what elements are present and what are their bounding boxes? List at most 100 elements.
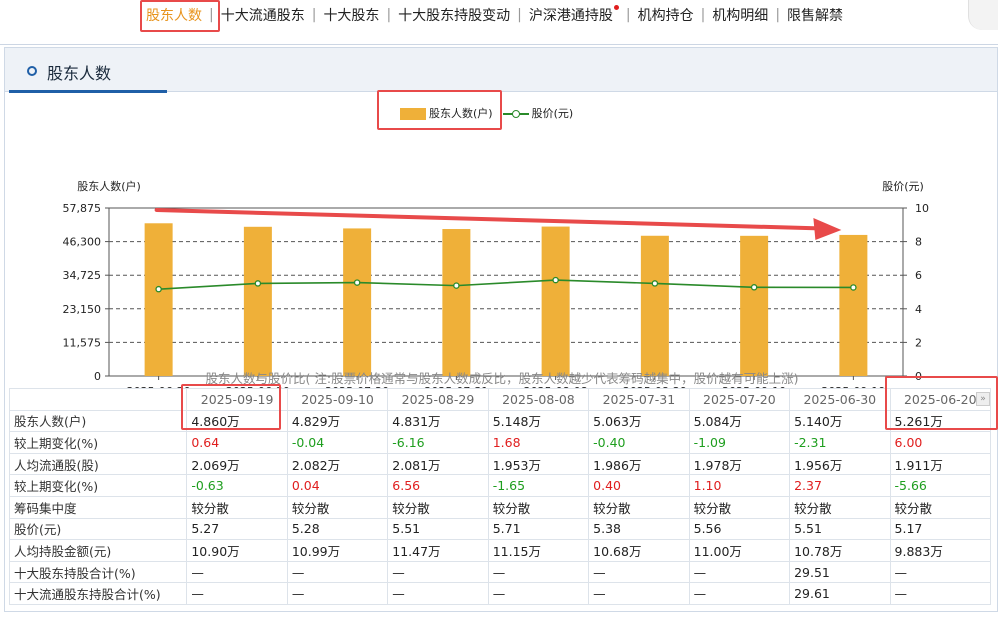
table-corner — [8, 388, 188, 411]
table-cell: 5.51 — [789, 517, 891, 541]
scroll-corner[interactable] — [968, 0, 998, 30]
table-cell: 4.831万 — [387, 409, 489, 433]
table-cell: 10.78万 — [789, 539, 891, 562]
y-axis-title-left: 股东人数(户) — [77, 179, 141, 193]
tab-separator: | — [775, 7, 781, 23]
table-cell: 较分散 — [186, 495, 288, 519]
more-columns-button[interactable]: » — [976, 392, 990, 406]
y-tick-label-left: 11,575 — [63, 336, 102, 349]
column-header: 2025-06-20» — [889, 388, 992, 411]
y-tick-label-left: 23,150 — [63, 303, 102, 316]
trend-arrow-head — [813, 218, 842, 240]
table-cell: 较分散 — [387, 495, 489, 519]
table-cell: — — [588, 582, 690, 605]
table-cell: 0.64 — [186, 431, 288, 454]
row-label: 人均持股金额(元) — [8, 539, 188, 562]
table-row: 较上期变化(%) 0.64 -0.04 -6.16 1.68 -0.40 -1.09 -2.3… — [8, 431, 992, 454]
table-cell: — — [688, 560, 791, 584]
table-cell: — — [889, 582, 992, 605]
table-row: 较上期变化(%) -0.63 0.04 6.56 -1.65 0.40 1.10 2.37 -5… — [8, 474, 992, 497]
tab-7[interactable]: 限售解禁 — [781, 5, 849, 25]
column-header-date: 2025-08-08 — [502, 391, 575, 407]
table-cell: 6.00 — [889, 431, 992, 454]
tab-3[interactable]: 十大股东持股变动 — [392, 5, 516, 25]
column-header: 2025-07-20 — [688, 388, 791, 411]
table-cell: 29.51 — [789, 560, 891, 584]
table-cell: 较分散 — [487, 495, 590, 519]
bar — [740, 235, 769, 376]
table-cell: 4.829万 — [286, 409, 389, 433]
table-cell: 5.27 — [186, 517, 288, 541]
table-cell: -1.65 — [487, 474, 590, 497]
y-tick-label-left: 57,875 — [63, 202, 102, 215]
table-cell: 1.978万 — [688, 452, 791, 476]
shareholder-table: 2025-09-19 2025-09-10 2025-08-29 2025-08-08… — [8, 388, 992, 605]
table-cell: 6.56 — [387, 474, 489, 497]
row-label: 十大流通股东持股合计(%) — [8, 582, 188, 605]
table-cell: 1.986万 — [588, 452, 690, 476]
bar — [243, 226, 272, 376]
table-cell: — — [588, 560, 690, 584]
tab-6[interactable]: 机构明细 — [706, 5, 774, 25]
y-tick-label-left: 46,300 — [63, 236, 102, 249]
new-badge-dot — [613, 5, 619, 10]
column-header-date: 2025-07-20 — [703, 391, 776, 407]
tab-separator: | — [209, 7, 214, 23]
table-cell: 2.082万 — [286, 452, 389, 476]
tab-2[interactable]: 十大股东 — [317, 5, 385, 25]
table-cell: -1.09 — [688, 431, 791, 454]
table-cell: 较分散 — [688, 495, 791, 519]
trend-arrow-shaft — [154, 208, 826, 231]
table-cell: 2.081万 — [387, 452, 489, 476]
section-bullet-icon — [27, 66, 37, 76]
table-row: 十大股东持股合计(%) — — — — — —29.51— — [8, 560, 992, 584]
row-label: 较上期变化(%) — [8, 431, 188, 454]
tab-0[interactable]: 股东人数 — [140, 5, 208, 25]
table-cell: -0.04 — [286, 431, 389, 454]
column-header-date: 2025-09-19 — [200, 391, 274, 407]
table-cell: -0.63 — [186, 474, 288, 497]
bar — [343, 228, 372, 376]
tab-5[interactable]: 机构持仓 — [632, 5, 700, 25]
column-header: 2025-09-19 — [186, 388, 288, 411]
table-cell: -0.40 — [588, 431, 690, 454]
tab-label: 十大股东持股变动 — [398, 8, 511, 24]
price-point — [155, 285, 162, 293]
table-cell: — — [387, 582, 489, 605]
table-cell: — — [487, 582, 590, 605]
tab-1[interactable]: 十大流通股东 — [215, 5, 311, 25]
table-row: 筹码集中度 较分散 较分散 较分散 较分散 较分散 较分散 较分散 较分散 — [8, 495, 992, 519]
table-cell: 11.15万 — [487, 539, 590, 562]
tab-label: 沪深港通持股 — [528, 8, 613, 24]
tab-separator: | — [311, 7, 317, 23]
section-title: 股东人数 — [47, 64, 112, 83]
tab-separator: | — [625, 7, 631, 23]
table-cell: 5.71 — [487, 517, 590, 541]
table-cell: — — [186, 582, 288, 605]
price-point — [651, 280, 659, 287]
price-point — [850, 284, 857, 291]
bar — [144, 223, 173, 376]
row-label: 股价(元) — [8, 517, 188, 541]
table-cell: 11.47万 — [387, 539, 489, 562]
table-cell: 1.953万 — [487, 452, 590, 476]
table-row: 股东人数(户) 4.860万 4.829万 4.831万 5.148万 5.063万 5.0… — [8, 409, 992, 433]
bar — [541, 226, 570, 376]
plot-frame — [108, 207, 904, 377]
y-tick-label-left: 34,725 — [63, 269, 102, 282]
column-header-date: 2025-07-31 — [602, 391, 676, 407]
tab-4[interactable]: 沪深港通持股 — [523, 5, 625, 25]
section-header: 股东人数 — [5, 48, 997, 93]
table-cell: 5.28 — [286, 517, 389, 541]
column-header: 2025-08-29 — [387, 388, 489, 411]
table-cell: -5.66 — [889, 474, 992, 497]
y-tick-label-right: 8 — [915, 236, 922, 249]
table-cell: 2.069万 — [186, 452, 288, 476]
table-cell: -6.16 — [387, 431, 489, 454]
table-cell: 1.68 — [487, 431, 590, 454]
top-tab-bar: 股东人数 | 十大流通股东 | 十大股东 | 十大股东持股变动 | 沪深港通持股 | 机构持仓 | 机构… — [140, 0, 849, 30]
table-cell: — — [286, 582, 389, 605]
bar — [442, 229, 471, 376]
table-cell: 1.10 — [688, 474, 791, 497]
table-cell: 1.956万 — [789, 452, 891, 476]
